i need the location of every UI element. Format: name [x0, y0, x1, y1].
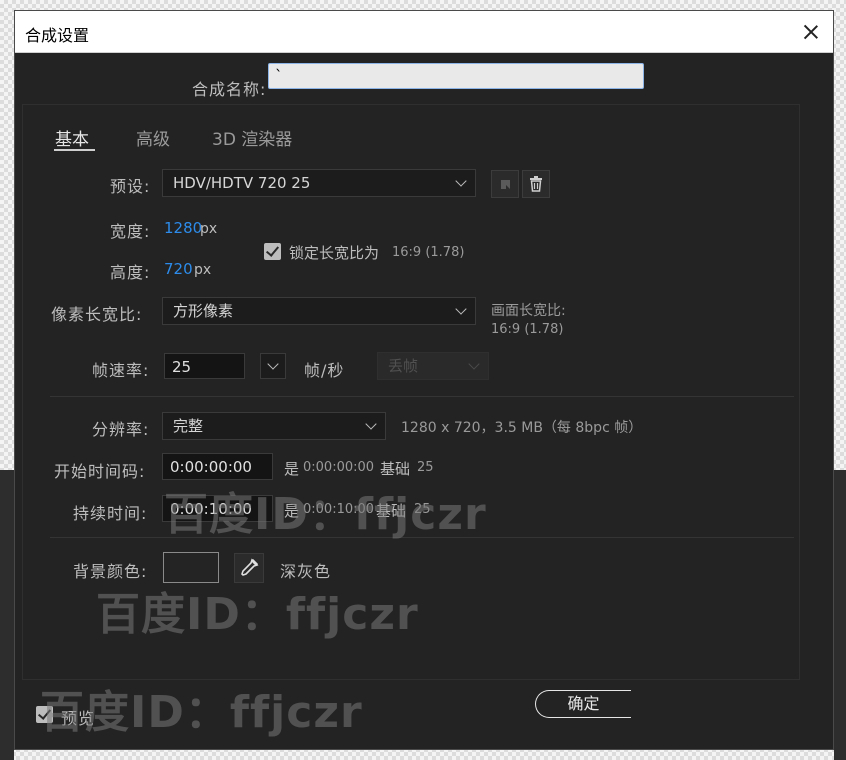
duration-label: 持续时间:	[73, 504, 148, 523]
resolution-label: 分辨率:	[92, 420, 150, 439]
save-preset-icon	[501, 180, 510, 189]
resolution-value: 完整	[173, 417, 204, 435]
watermark-text: 百度ID：ffjczr	[164, 489, 487, 540]
close-icon[interactable]	[789, 11, 833, 53]
resolution-dropdown[interactable]: 完整	[162, 412, 386, 440]
trash-icon	[530, 176, 542, 192]
preset-dropdown[interactable]: HDV/HDTV 720 25	[162, 169, 476, 197]
frame-rate-input[interactable]: 25	[164, 353, 245, 379]
save-preset-button[interactable]	[491, 170, 519, 198]
start-base-label: 基础	[380, 460, 411, 478]
frame-rate-dropdown[interactable]	[260, 353, 286, 379]
composition-name-label: 合成名称:	[192, 80, 267, 99]
start-is-prefix: 是	[284, 460, 300, 478]
start-timecode-input[interactable]: 0:00:00:00	[162, 453, 273, 480]
height-label: 高度:	[110, 263, 151, 282]
lock-aspect-ratio: 16:9 (1.78)	[392, 245, 465, 260]
watermark-text: 百度ID：ffjczr	[96, 589, 419, 640]
start-is-value: 0:00:00:00	[303, 460, 375, 475]
lock-aspect-checkbox[interactable]	[264, 243, 281, 260]
height-unit: px	[194, 262, 212, 278]
lock-aspect-label: 锁定长宽比为	[289, 244, 380, 262]
chevron-down-icon	[455, 303, 467, 315]
resolution-info: 1280 x 720，3.5 MB（每 8bpc 帧）	[401, 420, 643, 436]
watermark-text: 百度ID：ffjczr	[40, 687, 363, 738]
background-app-panel-right	[834, 470, 846, 760]
composition-name-input[interactable]: `	[268, 63, 644, 89]
start-base-value: 25	[417, 460, 434, 475]
tab-basic[interactable]: 基本	[55, 125, 89, 150]
tab-3d-renderer[interactable]: 3D 渲染器	[212, 125, 292, 150]
preset-value: HDV/HDTV 720 25	[173, 174, 311, 192]
chevron-down-icon	[455, 175, 467, 187]
chevron-down-icon	[365, 418, 377, 430]
frame-rate-label: 帧速率:	[92, 361, 150, 380]
delete-preset-button[interactable]	[522, 170, 550, 198]
title-bar: 合成设置	[15, 11, 833, 53]
width-unit: px	[200, 221, 218, 237]
start-timecode-label: 开始时间码:	[54, 462, 146, 481]
frame-rate-unit: 帧/秒	[304, 361, 345, 380]
chevron-down-icon	[468, 358, 480, 370]
pixel-aspect-value: 方形像素	[173, 302, 234, 320]
height-value[interactable]: 720	[164, 260, 193, 278]
pixel-aspect-dropdown[interactable]: 方形像素	[162, 297, 476, 325]
frame-aspect-value: 16:9 (1.78)	[491, 322, 564, 337]
drop-frame-dropdown: 丢帧	[377, 352, 489, 380]
active-tab-underline	[54, 149, 95, 151]
width-value[interactable]: 1280	[164, 219, 202, 237]
divider	[50, 396, 794, 397]
tab-advanced[interactable]: 高级	[136, 125, 170, 150]
preset-label: 预设:	[110, 177, 151, 196]
frame-aspect-label: 画面长宽比:	[491, 303, 566, 319]
width-label: 宽度:	[110, 222, 151, 241]
dialog-title: 合成设置	[25, 26, 90, 45]
ok-button[interactable]: 确定	[535, 690, 631, 718]
chevron-down-icon	[267, 358, 279, 370]
background-app-panel	[0, 470, 14, 760]
pixel-aspect-label: 像素长宽比:	[51, 305, 143, 324]
drop-frame-value: 丢帧	[388, 357, 419, 375]
